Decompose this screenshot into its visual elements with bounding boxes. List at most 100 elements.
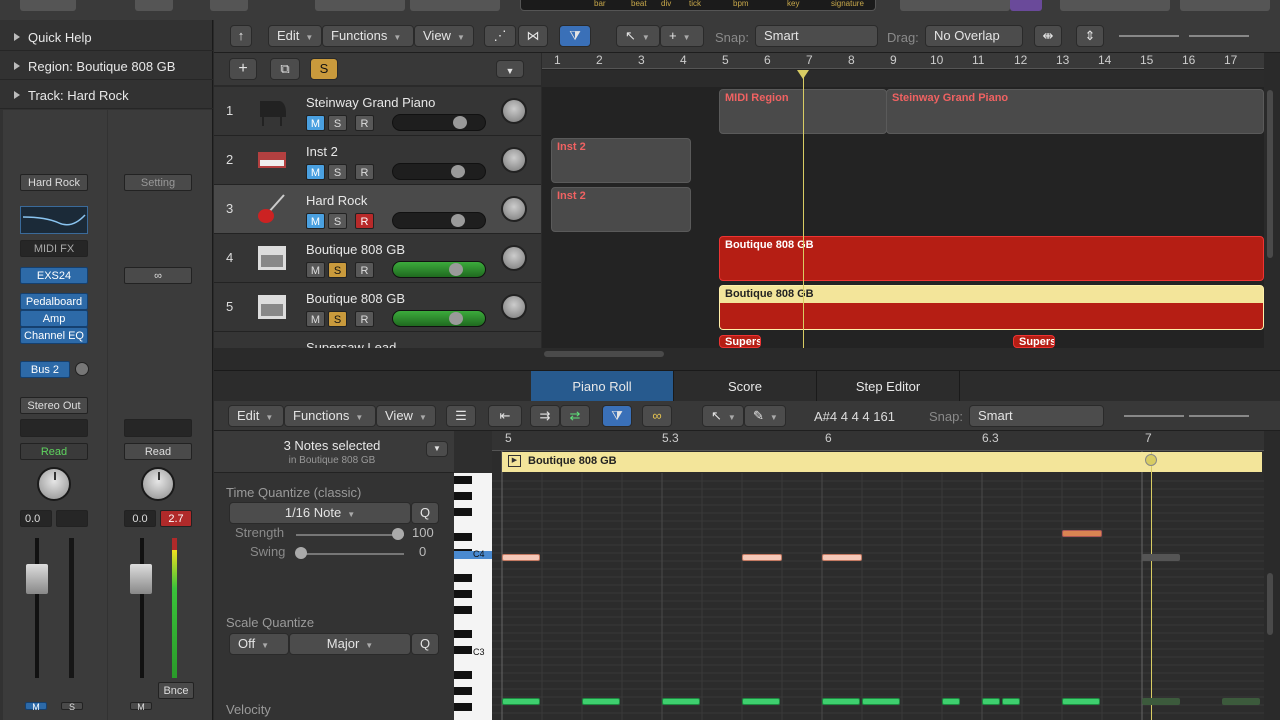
midi-out-icon[interactable]: ⇄ [560,405,590,427]
midi-note[interactable] [502,698,540,705]
midi-note[interactable] [1142,554,1180,561]
midi-note-selected[interactable] [742,554,782,561]
midi-note[interactable] [942,698,960,705]
disclosure-triangle-icon[interactable] [14,33,20,41]
midi-filter-icon[interactable]: ⧩ [559,25,591,47]
playhead-handle-icon[interactable] [1145,454,1157,466]
edit-menu[interactable]: Edit ▼ [268,25,322,47]
region-inspector-header[interactable]: Region: Boutique 808 GB [0,51,213,80]
chevron-down-icon[interactable]: ▼ [426,441,448,457]
swing-slider[interactable] [296,553,404,555]
mute-button[interactable]: M [25,702,47,712]
scale-type-select[interactable]: Major ▼ [289,633,411,655]
edit-menu[interactable]: Edit ▼ [228,405,284,427]
drag-select[interactable]: No Overlap [925,25,1023,47]
volume-slider[interactable] [392,261,486,278]
strength-slider[interactable] [296,534,404,536]
track-row[interactable]: 4 Boutique 808 GB M S R [214,234,541,283]
mute-button[interactable]: M [306,213,325,229]
midi-note[interactable] [662,698,700,705]
track-row[interactable]: 6 Supersaw Lead [214,332,541,348]
horizontal-zoom-slider[interactable] [1189,35,1249,37]
midi-region-selected[interactable]: Boutique 808 GB [719,285,1264,330]
track-row[interactable]: 2 Inst 2 M S R [214,136,541,185]
pan-knob[interactable] [501,98,527,124]
global-solo-button[interactable]: S [310,58,338,80]
output-slot[interactable]: Stereo Out [20,397,88,414]
pan-knob[interactable] [501,294,527,320]
view-menu[interactable]: View ▼ [376,405,436,427]
pan-knob[interactable] [141,467,175,501]
add-track-button[interactable]: + [229,58,257,80]
midi-note[interactable] [1002,698,1020,705]
lcd-display[interactable]: bar beat div tick bpm key signature [520,0,876,11]
piano-keyboard[interactable]: C4 C3 [454,473,492,720]
toolbar-button[interactable] [1060,0,1170,11]
track-row[interactable]: 5 Boutique 808 GB M S R [214,283,541,332]
pan-knob[interactable] [501,147,527,173]
track-name[interactable]: Supersaw Lead [306,340,396,348]
toolbar-button[interactable] [135,0,173,11]
vertical-scrollbar[interactable] [1267,573,1273,635]
track-name[interactable]: Inst 2 [306,144,338,159]
horizontal-scrollbar[interactable] [544,351,664,357]
snap-select[interactable]: Smart [969,405,1104,427]
track-row[interactable]: 1 Steinway Grand Piano M S R [214,87,541,136]
midi-note[interactable] [862,698,900,705]
scale-quantize-button[interactable]: Q [411,633,439,655]
catch-icon[interactable]: ⧩ [602,405,632,427]
midi-region[interactable]: Supers [1013,335,1055,348]
horizontal-zoom-slider[interactable] [1189,415,1249,417]
audio-fx-slot[interactable]: Channel EQ [20,327,88,344]
playhead[interactable] [1151,452,1152,720]
quantize-button[interactable]: Q [411,502,439,524]
toolbar-button[interactable] [1180,0,1270,11]
record-enable-button[interactable]: R [355,311,374,327]
vertical-zoom-slider[interactable] [1124,415,1184,417]
solo-button[interactable]: S [61,702,83,712]
swing-slider-thumb[interactable] [295,547,307,559]
pointer-tool[interactable]: ↖ ▼ [616,25,660,47]
tab-score[interactable]: Score [674,371,817,402]
group-slot[interactable] [20,419,88,437]
midi-region[interactable]: Inst 2 [551,187,691,232]
back-button[interactable]: ↑ [230,25,252,47]
track-row[interactable]: 3 Hard Rock M S R [214,185,541,234]
mute-button[interactable]: M [306,115,325,131]
send-level-knob[interactable] [75,362,89,376]
volume-value[interactable]: 0.0 [124,510,156,527]
audio-fx-slot[interactable]: Amp [20,310,88,327]
toolbar-button[interactable] [900,0,1010,11]
piano-roll-grid[interactable]: 5 5.3 6 6.3 7 ▶ Boutique 808 GB [492,431,1264,720]
local-inspector-icon[interactable]: ☰ [446,405,476,427]
volume-slider[interactable] [392,114,486,131]
catch-button[interactable]: ⋰ [484,25,516,47]
midi-region[interactable]: Supers [719,335,761,348]
mute-button[interactable]: M [306,262,325,278]
pan-knob[interactable] [501,196,527,222]
midi-note[interactable] [982,698,1000,705]
snap-select[interactable]: Smart [755,25,878,47]
collapse-icon[interactable]: ⇤ [488,405,522,427]
secondary-tool[interactable]: + ▼ [660,25,704,47]
group-slot[interactable] [124,419,192,437]
automation-mode[interactable]: Read [20,443,88,460]
folder-button[interactable]: ⧉ [270,58,300,80]
midi-region[interactable]: Inst 2 [551,138,691,183]
mute-button[interactable]: M [130,702,152,712]
mute-button[interactable]: M [306,311,325,327]
strength-slider-thumb[interactable] [392,528,404,540]
automation-mode[interactable]: Read [124,443,192,460]
vertical-scrollbar[interactable] [1267,90,1273,258]
playhead-handle-icon[interactable] [797,70,809,79]
track-name[interactable]: Boutique 808 GB [306,291,405,306]
transport-button[interactable] [315,0,405,11]
quick-help-header[interactable]: Quick Help [0,22,213,51]
track-inspector-header[interactable]: Track: Hard Rock [0,80,213,109]
midi-note[interactable] [582,698,620,705]
instrument-slot[interactable]: EXS24 [20,267,88,284]
send-slot[interactable]: Bus 2 [20,361,70,378]
record-enable-button[interactable]: R [355,115,374,131]
midi-region[interactable]: Steinway Grand Piano [886,89,1264,134]
record-enable-button[interactable]: R [355,164,374,180]
